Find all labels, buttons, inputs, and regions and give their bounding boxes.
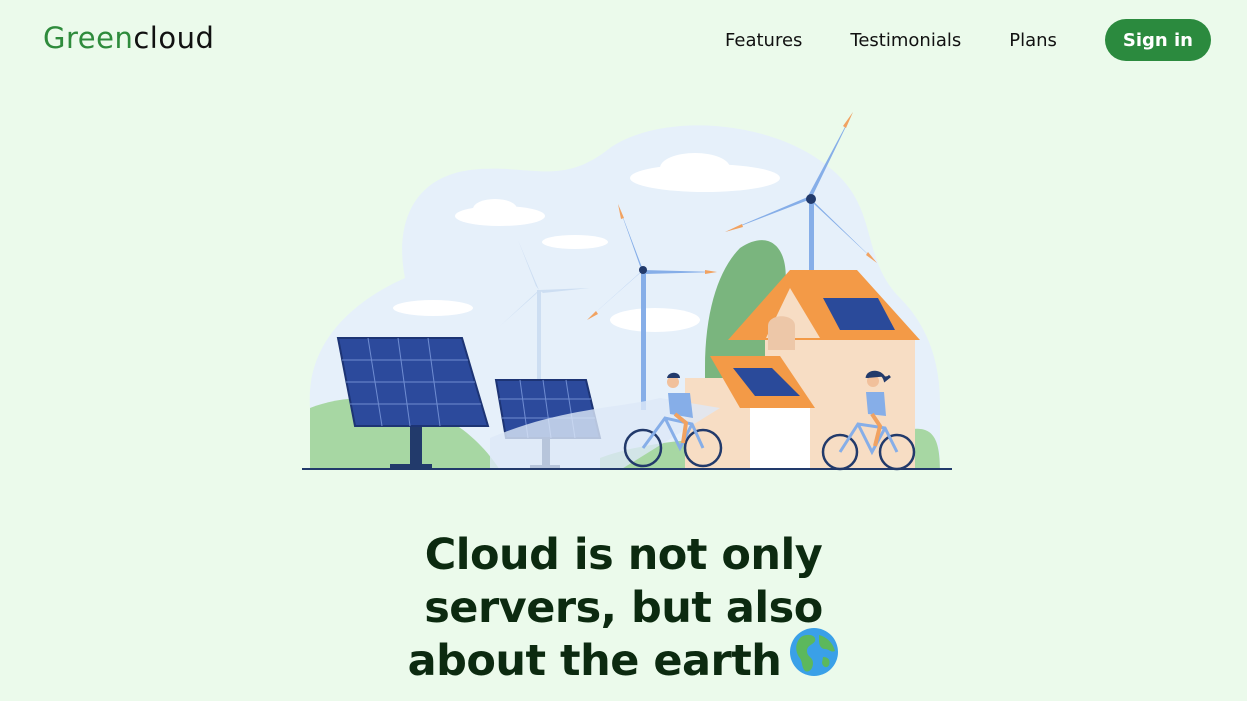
globe-icon bbox=[789, 627, 839, 690]
hero-line-3-wrap: about the earth bbox=[0, 627, 1247, 690]
hero-heading: Cloud is not only servers, but also abou… bbox=[0, 529, 1247, 690]
cloud bbox=[542, 235, 608, 249]
logo-cloud: cloud bbox=[133, 21, 215, 55]
hero-line-3: about the earth bbox=[407, 635, 782, 686]
cloud bbox=[660, 153, 730, 183]
nav-features-link[interactable]: Features bbox=[725, 30, 802, 51]
cloud bbox=[610, 308, 700, 332]
sign-in-button[interactable]: Sign in bbox=[1104, 19, 1211, 61]
nav-testimonials-link[interactable]: Testimonials bbox=[850, 30, 961, 51]
logo-green: Green bbox=[43, 21, 134, 55]
hero-line-2: servers, but also bbox=[424, 582, 823, 633]
hero-line-1: Cloud is not only bbox=[424, 529, 823, 580]
cloud bbox=[393, 300, 473, 316]
logo[interactable]: Greencloud bbox=[43, 18, 214, 58]
landing-page: Greencloud Features Testimonials Plans S… bbox=[0, 0, 1247, 701]
cloud bbox=[473, 199, 517, 219]
top-nav: Features Testimonials Plans Sign in bbox=[725, 19, 1211, 61]
nav-plans-link[interactable]: Plans bbox=[1009, 30, 1057, 51]
renewable-energy-illustration bbox=[302, 112, 952, 471]
